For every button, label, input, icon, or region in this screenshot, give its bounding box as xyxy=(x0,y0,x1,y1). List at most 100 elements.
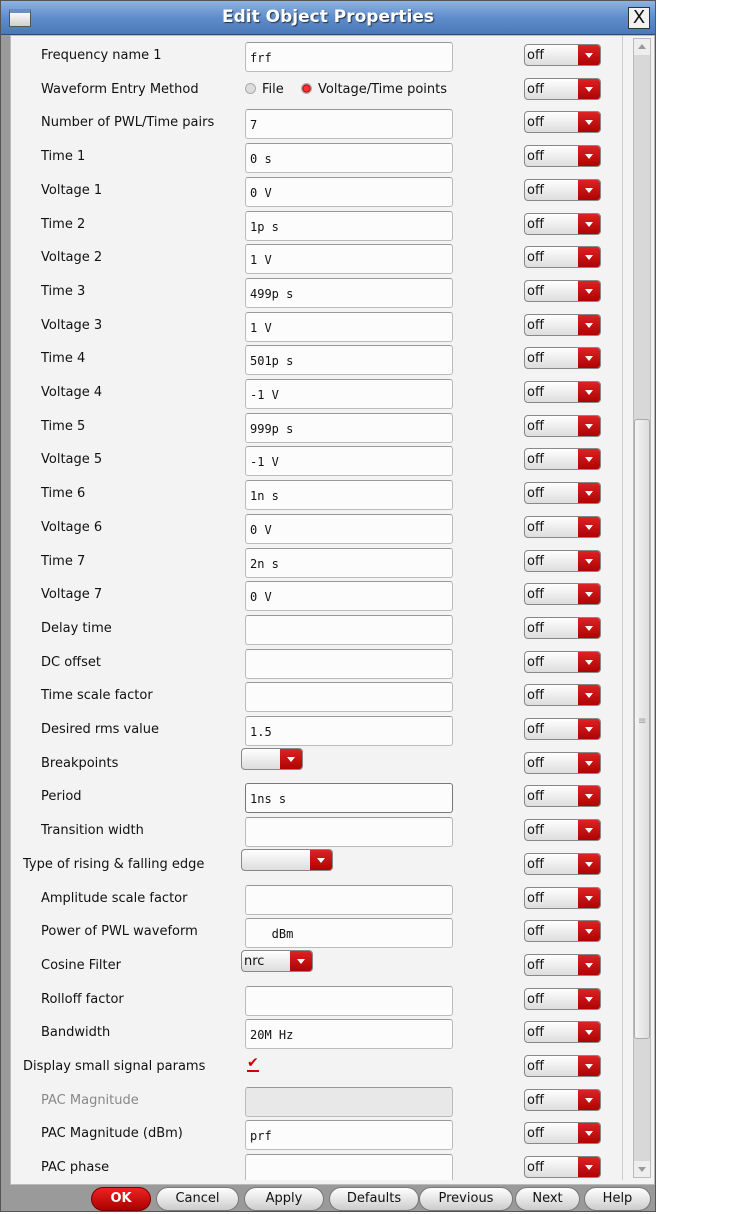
dropdown-value: off xyxy=(527,688,544,704)
property-row: Voltage 2 1 V off xyxy=(11,241,622,275)
desired-rms-value-input[interactable]: 1.5 xyxy=(245,716,453,746)
voltage-1-input[interactable]: 0 V xyxy=(245,176,453,207)
power-of-pwl-waveform-eval-dropdown[interactable]: off xyxy=(524,920,601,943)
time-4-input[interactable]: 501p s xyxy=(245,345,453,376)
voltage-3-input[interactable]: 1 V xyxy=(245,311,453,342)
close-button[interactable]: X xyxy=(628,7,650,29)
label-voltage-1: Voltage 1 xyxy=(41,182,103,198)
scrollbar-thumb[interactable] xyxy=(634,419,650,1039)
chevron-down-icon xyxy=(578,280,600,301)
desired-rms-value-eval-dropdown[interactable]: off xyxy=(524,718,601,740)
rolloff-factor-eval-dropdown[interactable]: off xyxy=(524,987,601,1010)
time-5-eval-dropdown[interactable]: off xyxy=(524,414,601,437)
property-row: Voltage 1 0 V off xyxy=(11,174,622,208)
breakpoints-dropdown[interactable] xyxy=(241,747,303,770)
time-7-input[interactable]: 2n s xyxy=(245,547,453,578)
time-7-eval-dropdown[interactable]: off xyxy=(524,549,601,572)
chevron-down-icon xyxy=(578,45,600,65)
waveform-entry-method-radio-voltage-time-points[interactable]: Voltage/Time points xyxy=(301,82,447,97)
cosine-filter-dropdown[interactable]: nrc xyxy=(241,949,313,972)
frequency-name-1-input[interactable]: frf xyxy=(245,42,453,72)
display-small-signal-params-checkbox[interactable]: ✔ xyxy=(247,1056,259,1072)
chevron-down-icon xyxy=(578,112,600,133)
dc-offset-input[interactable] xyxy=(245,648,453,679)
time-6-eval-dropdown[interactable]: off xyxy=(524,482,601,505)
pac-phase-input[interactable] xyxy=(245,1154,453,1180)
property-row: Delay time off xyxy=(11,612,622,646)
time-1-input[interactable]: 0 s xyxy=(245,143,453,174)
voltage-3-eval-dropdown[interactable]: off xyxy=(524,313,601,336)
transition-width-eval-dropdown[interactable]: off xyxy=(524,819,601,842)
apply-button[interactable]: Apply xyxy=(244,1187,324,1211)
property-row: Voltage 7 0 V off xyxy=(11,578,622,612)
power-of-pwl-waveform-input[interactable]: dBm xyxy=(245,918,453,949)
bandwidth-eval-dropdown[interactable]: off xyxy=(524,1021,601,1044)
title-bar[interactable]: Edit Object Properties X xyxy=(1,1,655,35)
chevron-down-icon xyxy=(578,213,600,234)
edit-object-properties-window: Edit Object Properties X Frequency name … xyxy=(0,0,656,1212)
time-2-eval-dropdown[interactable]: off xyxy=(524,212,601,235)
voltage-1-eval-dropdown[interactable]: off xyxy=(524,178,601,201)
scroll-up-icon[interactable] xyxy=(634,39,650,55)
radio-icon xyxy=(301,82,312,94)
number-of-pwl-time-pairs-input[interactable]: 7 xyxy=(245,109,453,140)
frequency-name-1-eval-dropdown[interactable]: off xyxy=(524,44,601,66)
transition-width-input[interactable] xyxy=(245,817,453,848)
property-row: Power of PWL waveform dBm off xyxy=(11,915,622,949)
voltage-4-input[interactable]: -1 V xyxy=(245,379,453,409)
dc-offset-eval-dropdown[interactable]: off xyxy=(524,650,601,673)
type-of-rising-falling-edge-eval-dropdown[interactable]: off xyxy=(524,852,601,875)
dropdown-value: off xyxy=(527,620,544,636)
ok-button[interactable]: OK xyxy=(91,1187,151,1211)
cosine-filter-eval-dropdown[interactable]: off xyxy=(524,953,601,976)
voltage-6-eval-dropdown[interactable]: off xyxy=(524,515,601,538)
number-of-pwl-time-pairs-eval-dropdown[interactable]: off xyxy=(524,111,601,134)
voltage-5-input[interactable]: -1 V xyxy=(245,446,453,477)
period-input[interactable]: 1ns s xyxy=(245,783,453,814)
voltage-2-input[interactable]: 1 V xyxy=(245,244,453,275)
time-scale-factor-eval-dropdown[interactable]: off xyxy=(524,684,601,707)
chevron-down-icon xyxy=(578,78,600,99)
next-button[interactable]: Next xyxy=(515,1187,580,1211)
pac-magnitude-dbm-input[interactable]: prf xyxy=(245,1120,453,1151)
amplitude-scale-factor-eval-dropdown[interactable]: off xyxy=(524,886,601,909)
voltage-5-eval-dropdown[interactable]: off xyxy=(524,448,601,471)
type-of-rising-falling-edge-dropdown[interactable] xyxy=(241,848,333,871)
time-3-eval-dropdown[interactable]: off xyxy=(524,279,601,302)
label-dc-offset: DC offset xyxy=(41,654,101,670)
period-eval-dropdown[interactable]: off xyxy=(524,785,601,808)
time-4-eval-dropdown[interactable]: off xyxy=(524,347,601,370)
dropdown-value: off xyxy=(527,587,544,603)
delay-time-eval-dropdown[interactable]: off xyxy=(524,616,601,639)
pac-phase-eval-dropdown[interactable]: off xyxy=(524,1156,601,1179)
rolloff-factor-input[interactable] xyxy=(245,985,453,1016)
pac-magnitude-eval-dropdown[interactable]: off xyxy=(524,1088,601,1111)
voltage-6-input[interactable]: 0 V xyxy=(245,513,453,544)
vertical-scrollbar[interactable] xyxy=(633,38,651,1178)
time-2-input[interactable]: 1p s xyxy=(245,210,453,241)
waveform-entry-method-eval-dropdown[interactable]: off xyxy=(524,77,601,100)
voltage-2-eval-dropdown[interactable]: off xyxy=(524,246,601,269)
time-1-eval-dropdown[interactable]: off xyxy=(524,145,601,168)
cancel-button[interactable]: Cancel xyxy=(156,1187,239,1211)
voltage-7-eval-dropdown[interactable]: off xyxy=(524,583,601,606)
label-time-3: Time 3 xyxy=(41,283,86,299)
help-button[interactable]: Help xyxy=(584,1187,651,1211)
voltage-7-input[interactable]: 0 V xyxy=(245,581,453,612)
bandwidth-input[interactable]: 20M Hz xyxy=(245,1019,453,1050)
time-6-input[interactable]: 1n s xyxy=(245,480,453,511)
time-5-input[interactable]: 999p s xyxy=(245,412,453,443)
property-row: Transition width off xyxy=(11,814,622,848)
defaults-button[interactable]: Defaults xyxy=(329,1187,419,1211)
pac-magnitude-dbm-eval-dropdown[interactable]: off xyxy=(524,1122,601,1145)
breakpoints-eval-dropdown[interactable]: off xyxy=(524,751,601,774)
waveform-entry-method-radio-file[interactable]: File xyxy=(245,82,284,97)
time-scale-factor-input[interactable] xyxy=(245,682,453,713)
voltage-4-eval-dropdown[interactable]: off xyxy=(524,381,601,403)
amplitude-scale-factor-input[interactable] xyxy=(245,884,453,915)
scroll-down-icon[interactable] xyxy=(634,1161,650,1177)
previous-button[interactable]: Previous xyxy=(419,1187,513,1211)
delay-time-input[interactable] xyxy=(245,614,453,645)
display-small-signal-params-eval-dropdown[interactable]: off xyxy=(524,1055,601,1077)
time-3-input[interactable]: 499p s xyxy=(245,277,453,308)
